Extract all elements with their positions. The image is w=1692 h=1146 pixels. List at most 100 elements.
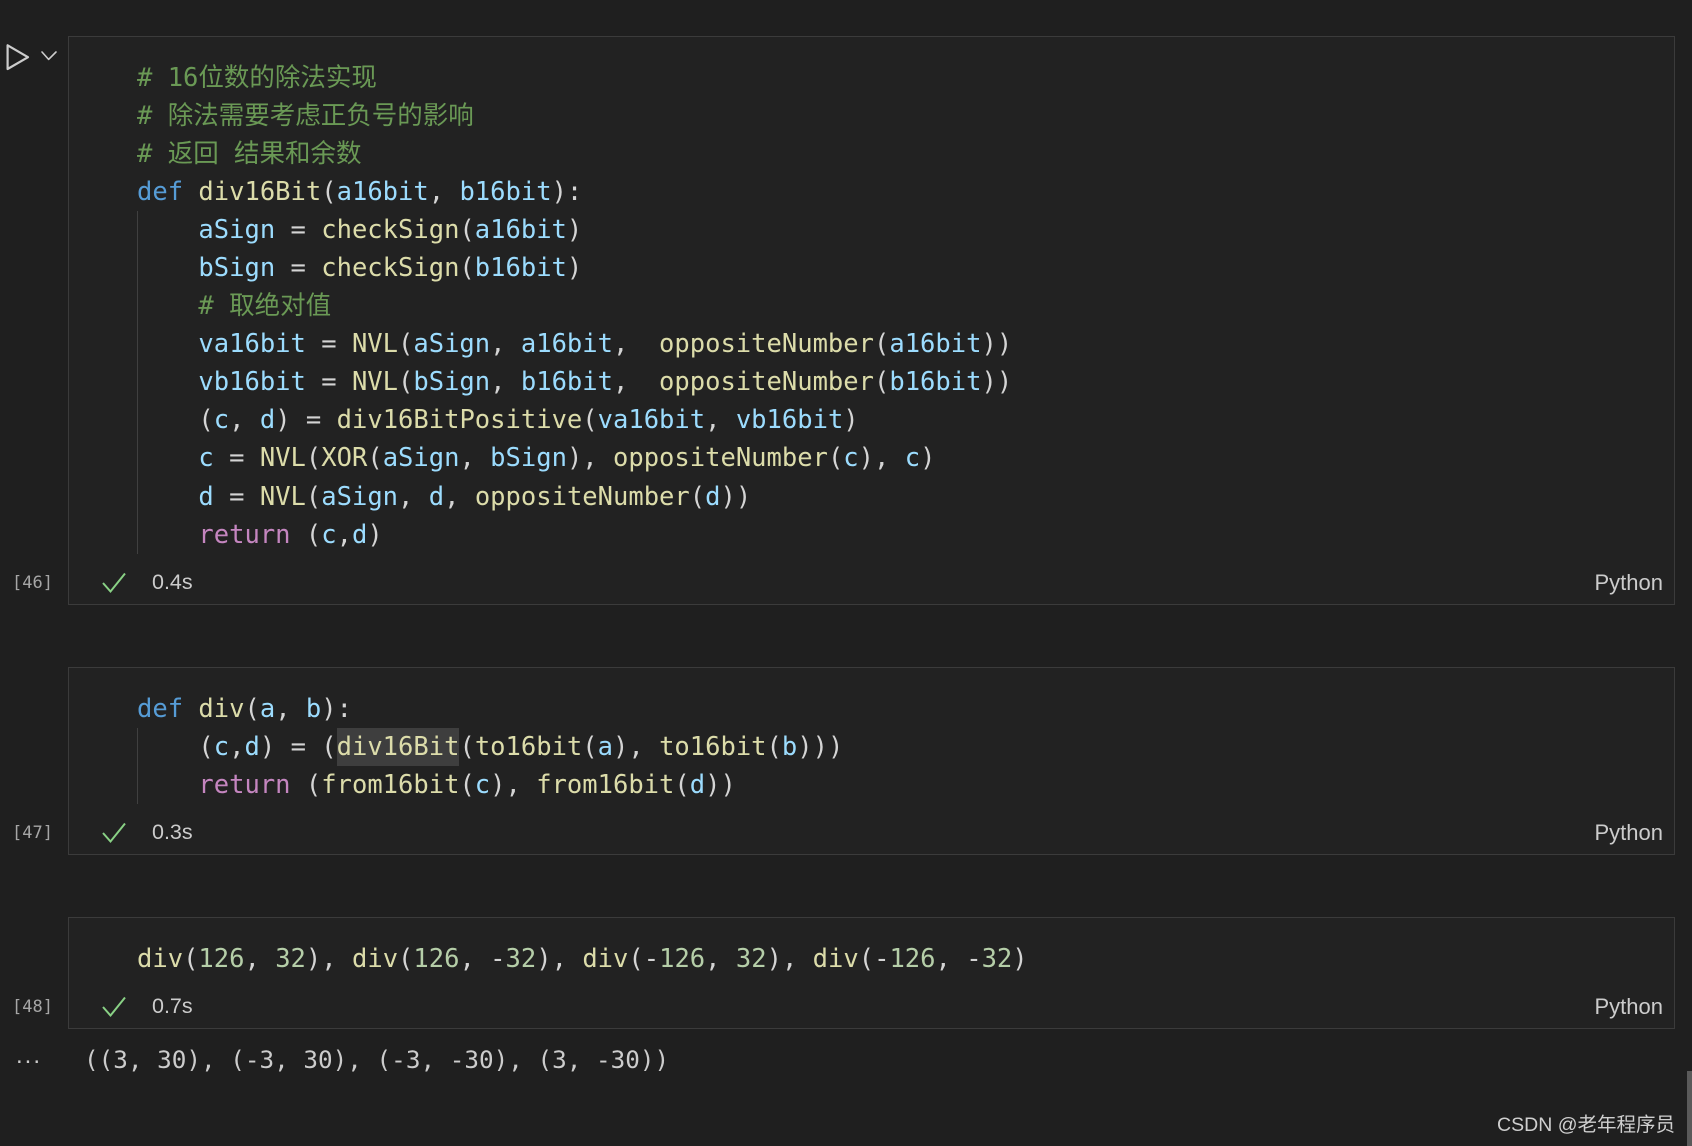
code-token: =: [213, 443, 260, 474]
execution-duration: 0.7s: [152, 994, 193, 1019]
code-token: ),: [858, 443, 905, 474]
code-token: c: [198, 443, 214, 474]
code-token: aSign: [413, 329, 491, 360]
code-token: # 返回 结果和余数: [137, 138, 362, 169]
code-token: (: [459, 731, 475, 762]
code-token: d: [351, 519, 368, 550]
cell-language-picker[interactable]: Python: [1595, 820, 1664, 846]
code-token: div: [137, 943, 184, 974]
code-token: ,: [705, 943, 736, 974]
code-token: ,: [490, 329, 521, 360]
code-token: d: [259, 405, 276, 436]
code-token: (: [459, 214, 475, 245]
code-token: b: [781, 731, 798, 762]
notebook-cell[interactable]: # 16位数的除法实现 # 除法需要考虑正负号的影响 # 返回 结果和余数 def d…: [12, 36, 1675, 605]
code-token: c: [474, 769, 491, 800]
code-line: return (c,d): [137, 516, 1662, 554]
code-token: aSign: [382, 443, 460, 474]
code-token: (: [244, 693, 260, 724]
code-token: b16bit: [459, 176, 552, 207]
code-token: (-: [628, 943, 660, 974]
code-token: div: [351, 943, 399, 974]
code-line: # 16位数的除法实现: [137, 59, 1662, 97]
code-token: oppositeNumber: [659, 367, 874, 398]
code-token: div: [812, 943, 859, 974]
code-line: vb16bit = NVL(bSign, b16bit, oppositeNum…: [137, 363, 1662, 401]
code-token: )): [705, 769, 736, 800]
code-token: ,: [459, 443, 491, 474]
code-token: )): [981, 367, 1013, 398]
code-token: (: [582, 731, 598, 762]
code-token: (: [198, 405, 214, 436]
cell-output: ((3, 30), (-3, 30), (-3, -30), (3, -30)): [84, 1045, 670, 1074]
cell-editor[interactable]: div(126, 32), div(126, -32), div(-126, 3…: [69, 918, 1674, 978]
code-token: ),: [566, 443, 613, 474]
indent-guide: [137, 401, 198, 439]
cell-editor[interactable]: def div(a, b): (c,d) = (div16Bit(to16bit…: [69, 668, 1674, 804]
check-icon: [102, 822, 126, 844]
code-token: ):: [551, 176, 583, 207]
code-token: (: [873, 329, 890, 360]
code-token: a: [597, 731, 613, 762]
check-icon: [102, 996, 126, 1018]
code-token: ,: [336, 519, 352, 550]
output-actions-button[interactable]: ...: [16, 1041, 42, 1071]
code-line: (c, d) = div16BitPositive(va16bit, vb16b…: [137, 401, 1662, 439]
code-token: aSign: [198, 214, 276, 245]
run-cell-button[interactable]: [4, 41, 32, 73]
code-token: )): [720, 481, 752, 512]
code-line: aSign = checkSign(a16bit): [137, 211, 1662, 249]
code-token: ): [566, 252, 583, 283]
code-token: div: [582, 943, 629, 974]
indent-guide: [137, 439, 198, 477]
code-token: 32: [735, 943, 767, 974]
code-token: return: [198, 519, 291, 550]
code-line: def div(a, b):: [137, 690, 1662, 728]
vertical-scrollbar[interactable]: [1687, 1071, 1692, 1146]
code-token: from16bit: [321, 769, 460, 800]
code-token: vb16bit: [198, 367, 306, 398]
code-token: d: [428, 481, 445, 512]
notebook-cell[interactable]: div(126, 32), div(126, -32), div(-126, 3…: [12, 917, 1675, 1029]
code-token: b16bit: [889, 367, 982, 398]
code-token: , -: [459, 943, 506, 974]
execution-count: [48]: [12, 996, 53, 1017]
code-token: 32: [981, 943, 1013, 974]
indent-guide: [137, 766, 198, 804]
indent-guide: [137, 516, 198, 554]
code-token: NVL: [351, 329, 399, 360]
code-token: 32: [505, 943, 537, 974]
notebook-cell[interactable]: def div(a, b): (c,d) = (div16Bit(to16bit…: [12, 667, 1675, 855]
code-token: a16bit: [520, 329, 613, 360]
cell-status-bar: [46] 0.4s Python: [12, 562, 1674, 604]
indent-guide: [137, 287, 198, 325]
code-token: ,: [229, 405, 260, 436]
play-icon: [4, 41, 32, 73]
code-token: (: [398, 367, 414, 398]
code-token: to16bit: [659, 731, 767, 762]
code-token: a16bit: [889, 329, 982, 360]
code-token: bSign: [490, 443, 567, 474]
code-line: c = NVL(XOR(aSign, bSign), oppositeNumbe…: [137, 439, 1662, 477]
code-token: div: [198, 693, 245, 724]
code-token: , -: [935, 943, 982, 974]
run-options-button[interactable]: [38, 46, 60, 66]
cell-language-picker[interactable]: Python: [1595, 570, 1664, 596]
check-icon: [102, 572, 126, 594]
code-token: ):: [321, 693, 352, 724]
cell-editor[interactable]: # 16位数的除法实现 # 除法需要考虑正负号的影响 # 返回 结果和余数 def d…: [69, 37, 1674, 554]
code-token: (: [873, 367, 890, 398]
indent-guide: [137, 325, 198, 363]
cell-status-bar: [47] 0.3s Python: [12, 812, 1674, 854]
cell-language-picker[interactable]: Python: [1595, 994, 1664, 1020]
code-token: a16bit: [474, 214, 567, 245]
code-token: d: [689, 769, 706, 800]
code-token: a16bit: [336, 176, 429, 207]
code-token: ): [920, 443, 936, 474]
code-token: (: [582, 405, 598, 436]
code-token: div16BitPositive: [336, 405, 583, 436]
code-token: )): [981, 329, 1013, 360]
code-token: ): [367, 519, 383, 550]
code-token: return: [198, 769, 291, 800]
code-token: (: [367, 443, 383, 474]
